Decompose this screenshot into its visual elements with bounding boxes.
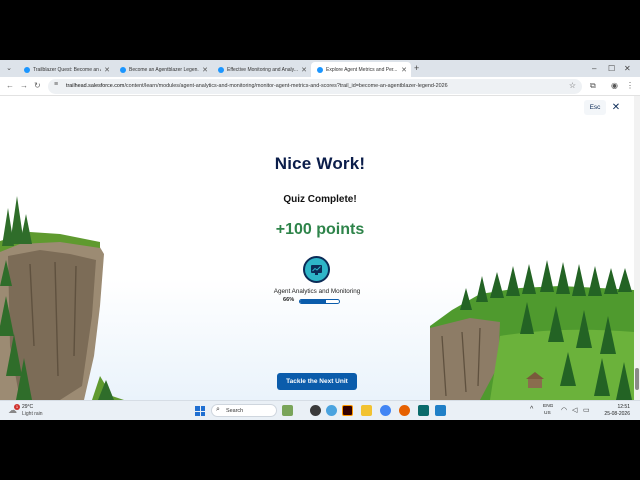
page-scrollbar[interactable] <box>634 96 640 400</box>
extensions-icon[interactable]: ⧉ <box>590 81 596 91</box>
widgets-icon[interactable] <box>282 405 293 416</box>
tab-trailblazer-quest[interactable]: Trailblazer Quest: Become an A... ✕ <box>18 62 114 77</box>
url-path: /content/learn/modules/agent-analytics-a… <box>124 83 448 89</box>
taskbar: ☁ 1 29°C Light rain ⌕ Search ^ ENG US ◠ … <box>0 400 640 420</box>
new-tab-icon[interactable]: + <box>414 63 419 74</box>
tab-effective-monitoring[interactable]: Effective Monitoring and Analy... ✕ <box>212 62 311 77</box>
tab-close-icon[interactable]: ✕ <box>401 66 407 74</box>
chrome-icon[interactable] <box>380 405 391 416</box>
address-bar: ← → ↻ ≡ trailhead.salesforce.com/content… <box>0 77 640 96</box>
search-label: Search <box>226 408 244 414</box>
trailhead-favicon-icon <box>120 66 126 73</box>
tab-explore-agent-metrics[interactable]: Explore Agent Metrics and Per... ✕ <box>311 62 411 77</box>
file-explorer-icon[interactable] <box>361 405 372 416</box>
firefox-icon[interactable] <box>399 405 410 416</box>
bookmark-star-icon[interactable]: ☆ <box>569 81 576 90</box>
weather-condition: Light rain <box>22 411 43 417</box>
trailhead-favicon-icon <box>24 66 30 73</box>
language-code[interactable]: ENG <box>543 404 553 409</box>
tab-label: Become an Agentblazer Legen... <box>129 66 200 73</box>
url-text: trailhead.salesforce.com/content/learn/m… <box>66 83 448 89</box>
forward-icon[interactable]: → <box>20 81 28 91</box>
tab-search-icon[interactable]: ⌄ <box>4 64 14 73</box>
clock-time[interactable]: 12:51 <box>606 404 630 410</box>
taskbar-search[interactable]: ⌕ Search <box>211 404 277 417</box>
tab-strip: ⌄ Trailblazer Quest: Become an A... ✕ Be… <box>0 60 640 77</box>
minimize-icon[interactable]: – <box>592 63 596 74</box>
trailhead-favicon-icon <box>218 66 224 73</box>
url-field[interactable]: ≡ trailhead.salesforce.com/content/learn… <box>48 79 582 94</box>
site-info-icon[interactable]: ≡ <box>54 81 58 88</box>
screen: ⌄ Trailblazer Quest: Become an A... ✕ Be… <box>0 60 640 420</box>
app-icon[interactable] <box>418 405 429 416</box>
search-icon: ⌕ <box>216 406 220 413</box>
weather-badge: 1 <box>14 404 20 410</box>
windows-start-icon[interactable] <box>195 406 205 416</box>
copilot-icon[interactable] <box>326 405 337 416</box>
clock-date[interactable]: 25-08-2026 <box>596 411 630 417</box>
back-icon[interactable]: ← <box>6 81 14 91</box>
tab-close-icon[interactable]: ✕ <box>104 66 110 74</box>
tab-label: Explore Agent Metrics and Per... <box>326 66 398 73</box>
profile-icon[interactable]: ◉ <box>611 81 618 91</box>
photos-icon[interactable] <box>435 405 446 416</box>
language-region[interactable]: US <box>544 411 551 416</box>
menu-dots-icon[interactable]: ⋮ <box>626 81 634 91</box>
scenery-illustration <box>0 196 634 400</box>
illustrator-icon[interactable] <box>342 405 353 416</box>
window-close-icon[interactable]: ✕ <box>624 63 631 74</box>
weather-temp: 29°C <box>22 404 34 410</box>
tab-label: Trailblazer Quest: Become an A... <box>33 66 102 73</box>
battery-icon[interactable]: ▭ <box>583 406 590 415</box>
tray-chevron-icon[interactable]: ^ <box>530 406 533 413</box>
maximize-icon[interactable]: ☐ <box>608 63 615 74</box>
reload-icon[interactable]: ↻ <box>34 81 41 91</box>
tab-close-icon[interactable]: ✕ <box>202 66 208 74</box>
tab-label: Effective Monitoring and Analy... <box>227 66 298 73</box>
volume-icon[interactable]: ◁ <box>572 406 577 415</box>
url-host: trailhead.salesforce.com <box>66 83 125 89</box>
tab-agentblazer-legend[interactable]: Become an Agentblazer Legen... ✕ <box>114 62 212 77</box>
tackle-next-unit-button[interactable]: Tackle the Next Unit <box>277 373 357 390</box>
trailhead-favicon-icon <box>317 66 323 73</box>
task-view-icon[interactable] <box>310 405 321 416</box>
wifi-icon[interactable]: ◠ <box>561 406 567 415</box>
tab-close-icon[interactable]: ✕ <box>301 66 307 74</box>
scroll-thumb[interactable] <box>635 368 639 390</box>
